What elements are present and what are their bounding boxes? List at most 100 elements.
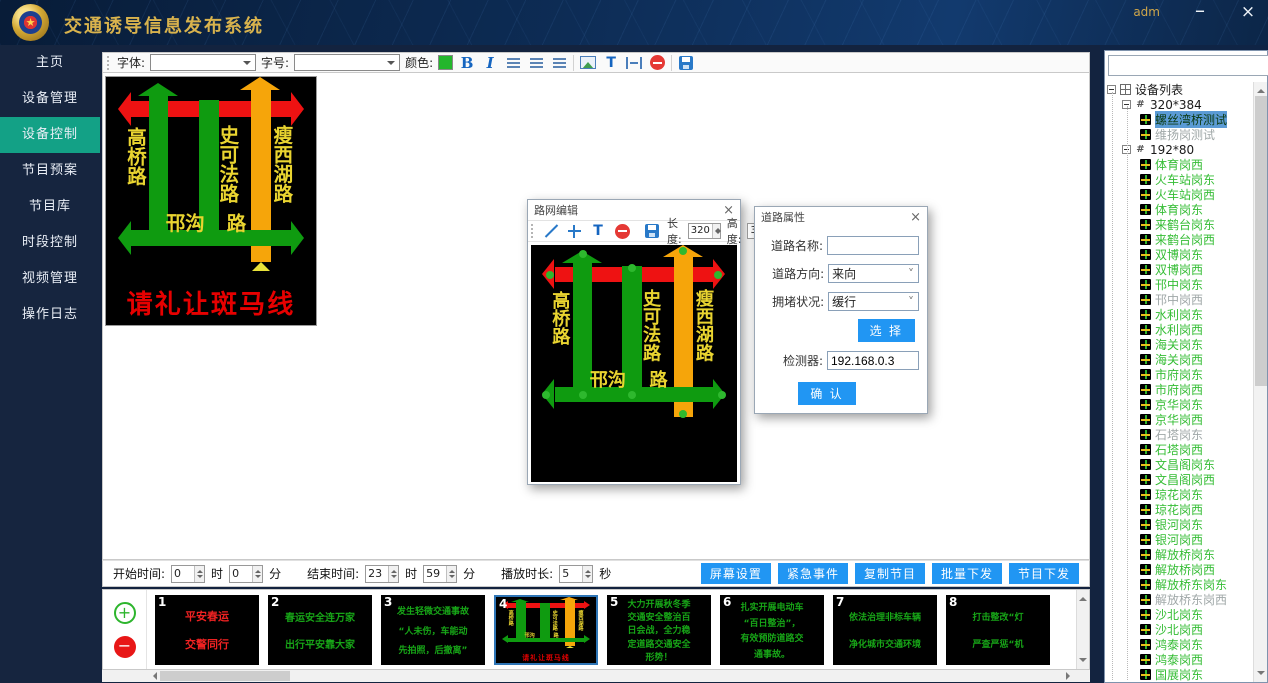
- playlist-item-6[interactable]: 6扎实开展电动车“百日整治”，有效预防道路交通事故。: [720, 595, 824, 665]
- tree-device-1-25[interactable]: 银河岗西: [1107, 532, 1252, 547]
- tree-device-1-13[interactable]: 海关岗西: [1107, 352, 1252, 367]
- props-dialog-titlebar[interactable]: 道路属性 ×: [755, 207, 927, 227]
- playlist-item-2[interactable]: 2春运安全连万家出行平安靠大家: [268, 595, 372, 665]
- playlist-horizontal-scrollbar[interactable]: [102, 670, 1090, 682]
- tree-device-1-34[interactable]: 国展岗东: [1107, 667, 1252, 682]
- scroll-up-icon[interactable]: [1079, 593, 1087, 601]
- close-icon[interactable]: ×: [1236, 2, 1260, 22]
- road-node[interactable]: [628, 391, 636, 399]
- road-node[interactable]: [679, 247, 687, 255]
- playlist-vertical-scrollbar[interactable]: [1076, 590, 1089, 669]
- tree-device-1-4[interactable]: 来鹤台岗东: [1107, 217, 1252, 232]
- schedule-button-2[interactable]: 复制节目: [855, 563, 925, 584]
- sidebar-item-6[interactable]: 视频管理: [0, 261, 100, 297]
- tree-device-1-26[interactable]: 解放桥岗东: [1107, 547, 1252, 562]
- start-hour-spinner[interactable]: 0: [171, 565, 205, 583]
- length-spinner[interactable]: 320: [688, 223, 721, 239]
- tree-device-1-1[interactable]: 火车站岗东: [1107, 172, 1252, 187]
- tree-device-1-18[interactable]: 石塔岗东: [1107, 427, 1252, 442]
- schedule-button-3[interactable]: 批量下发: [932, 563, 1002, 584]
- crossing-tool-button[interactable]: [565, 222, 583, 240]
- tree-group-320x384[interactable]: #320*384: [1107, 97, 1252, 112]
- tree-device-1-0[interactable]: 体育岗西: [1107, 157, 1252, 172]
- scroll-down-icon[interactable]: [1079, 658, 1087, 666]
- confirm-button[interactable]: 确 认: [798, 382, 855, 405]
- sidebar-item-3[interactable]: 节目预案: [0, 153, 100, 189]
- tree-device-1-23[interactable]: 琼花岗西: [1107, 502, 1252, 517]
- tree-group-192x80[interactable]: #192*80: [1107, 142, 1252, 157]
- tree-device-1-15[interactable]: 市府岗西: [1107, 382, 1252, 397]
- sign-preview[interactable]: 高桥路史可法路瘦西湖路邗沟路请礼让斑马线: [105, 76, 317, 326]
- road-node[interactable]: [579, 391, 587, 399]
- save-button[interactable]: [677, 54, 695, 72]
- font-size-select[interactable]: [294, 54, 400, 71]
- spin-up-icon[interactable]: [713, 224, 720, 231]
- align-center-button[interactable]: [527, 54, 545, 72]
- end-minute-spinner[interactable]: 59: [423, 565, 457, 583]
- tree-device-1-7[interactable]: 双博岗西: [1107, 262, 1252, 277]
- props-close-icon[interactable]: ×: [910, 210, 921, 225]
- tree-device-1-5[interactable]: 来鹤台岗西: [1107, 232, 1252, 247]
- tree-device-1-9[interactable]: 邗中岗西: [1107, 292, 1252, 307]
- roadnet-dialog-titlebar[interactable]: 路网编辑 ×: [528, 200, 740, 220]
- tree-device-1-30[interactable]: 沙北岗东: [1107, 607, 1252, 622]
- playlist-item-7[interactable]: 7依法治理非标车辆净化城市交通环境: [833, 595, 937, 665]
- sidebar-item-2[interactable]: 设备控制: [0, 117, 100, 153]
- device-tree-scrollbar[interactable]: [1253, 82, 1267, 682]
- tree-device-1-10[interactable]: 水利岗东: [1107, 307, 1252, 322]
- tree-device-1-17[interactable]: 京华岗西: [1107, 412, 1252, 427]
- tree-root-device-list[interactable]: 设备列表: [1107, 82, 1252, 97]
- minimize-icon[interactable]: –: [1188, 0, 1212, 22]
- add-program-button[interactable]: +: [114, 602, 136, 624]
- sidebar-item-5[interactable]: 时段控制: [0, 225, 100, 261]
- tree-device-1-27[interactable]: 解放桥岗西: [1107, 562, 1252, 577]
- scroll-left-icon[interactable]: [149, 672, 157, 680]
- device-search-input[interactable]: [1108, 55, 1268, 76]
- playlist-item-5[interactable]: 5大力开展秋冬季交通安全整治百日会战，全力稳定道路交通安全形势！: [607, 595, 711, 665]
- align-left-button[interactable]: [504, 54, 522, 72]
- congestion-select[interactable]: 缓行: [828, 292, 919, 311]
- tree-device-1-3[interactable]: 体育岗东: [1107, 202, 1252, 217]
- playlist-item-1[interactable]: 1平安春运交警同行: [155, 595, 259, 665]
- font-select[interactable]: [150, 54, 256, 71]
- road-node[interactable]: [579, 250, 587, 258]
- roadnet-text-button[interactable]: T: [589, 222, 607, 240]
- insert-text-button[interactable]: T: [602, 54, 620, 72]
- tree-device-1-21[interactable]: 文昌阁岗西: [1107, 472, 1252, 487]
- tree-device-1-24[interactable]: 银河岗东: [1107, 517, 1252, 532]
- scrollbar-thumb[interactable]: [1255, 96, 1267, 386]
- tree-device-1-6[interactable]: 双博岗东: [1107, 247, 1252, 262]
- scrollbar-thumb[interactable]: [160, 671, 290, 681]
- tree-device-1-8[interactable]: 邗中岗东: [1107, 277, 1252, 292]
- insert-image-button[interactable]: [579, 54, 597, 72]
- tree-device-1-12[interactable]: 海关岗东: [1107, 337, 1252, 352]
- schedule-button-0[interactable]: 屏幕设置: [701, 563, 771, 584]
- align-right-button[interactable]: [550, 54, 568, 72]
- design-canvas[interactable]: 高桥路史可法路瘦西湖路邗沟路请礼让斑马线 路网编辑 × T 长度: 320: [102, 73, 1090, 560]
- roadnet-save-button[interactable]: [643, 222, 661, 240]
- scroll-down-icon[interactable]: [1257, 671, 1265, 679]
- spin-down-icon[interactable]: [713, 231, 720, 238]
- tree-device-1-33[interactable]: 鸿泰岗西: [1107, 652, 1252, 667]
- sidebar-item-7[interactable]: 操作日志: [0, 297, 100, 333]
- schedule-button-4[interactable]: 节目下发: [1009, 563, 1079, 584]
- tree-device-1-31[interactable]: 沙北岗西: [1107, 622, 1252, 637]
- road-node[interactable]: [718, 391, 726, 399]
- duration-spinner[interactable]: 5: [559, 565, 593, 583]
- tree-device-0-1[interactable]: 维扬岗测试: [1107, 127, 1252, 142]
- roadnet-delete-button[interactable]: [613, 222, 631, 240]
- fit-screen-button[interactable]: [625, 54, 643, 72]
- italic-button[interactable]: I: [481, 54, 499, 72]
- tree-device-1-2[interactable]: 火车站岗西: [1107, 187, 1252, 202]
- color-swatch[interactable]: [438, 55, 453, 70]
- start-minute-spinner[interactable]: 0: [229, 565, 263, 583]
- sidebar-item-4[interactable]: 节目库: [0, 189, 100, 225]
- schedule-button-1[interactable]: 紧急事件: [778, 563, 848, 584]
- roadnet-editor-canvas[interactable]: 高桥路史可法路瘦西湖路邗沟路: [531, 245, 737, 482]
- tree-device-0-0[interactable]: 螺丝湾桥测试: [1107, 112, 1252, 127]
- tree-device-1-29[interactable]: 解放桥东岗西: [1107, 592, 1252, 607]
- end-hour-spinner[interactable]: 23: [365, 565, 399, 583]
- select-detector-button[interactable]: 选 择: [858, 319, 915, 342]
- road-direction-select[interactable]: 来向: [828, 264, 919, 283]
- detector-field[interactable]: [827, 351, 919, 370]
